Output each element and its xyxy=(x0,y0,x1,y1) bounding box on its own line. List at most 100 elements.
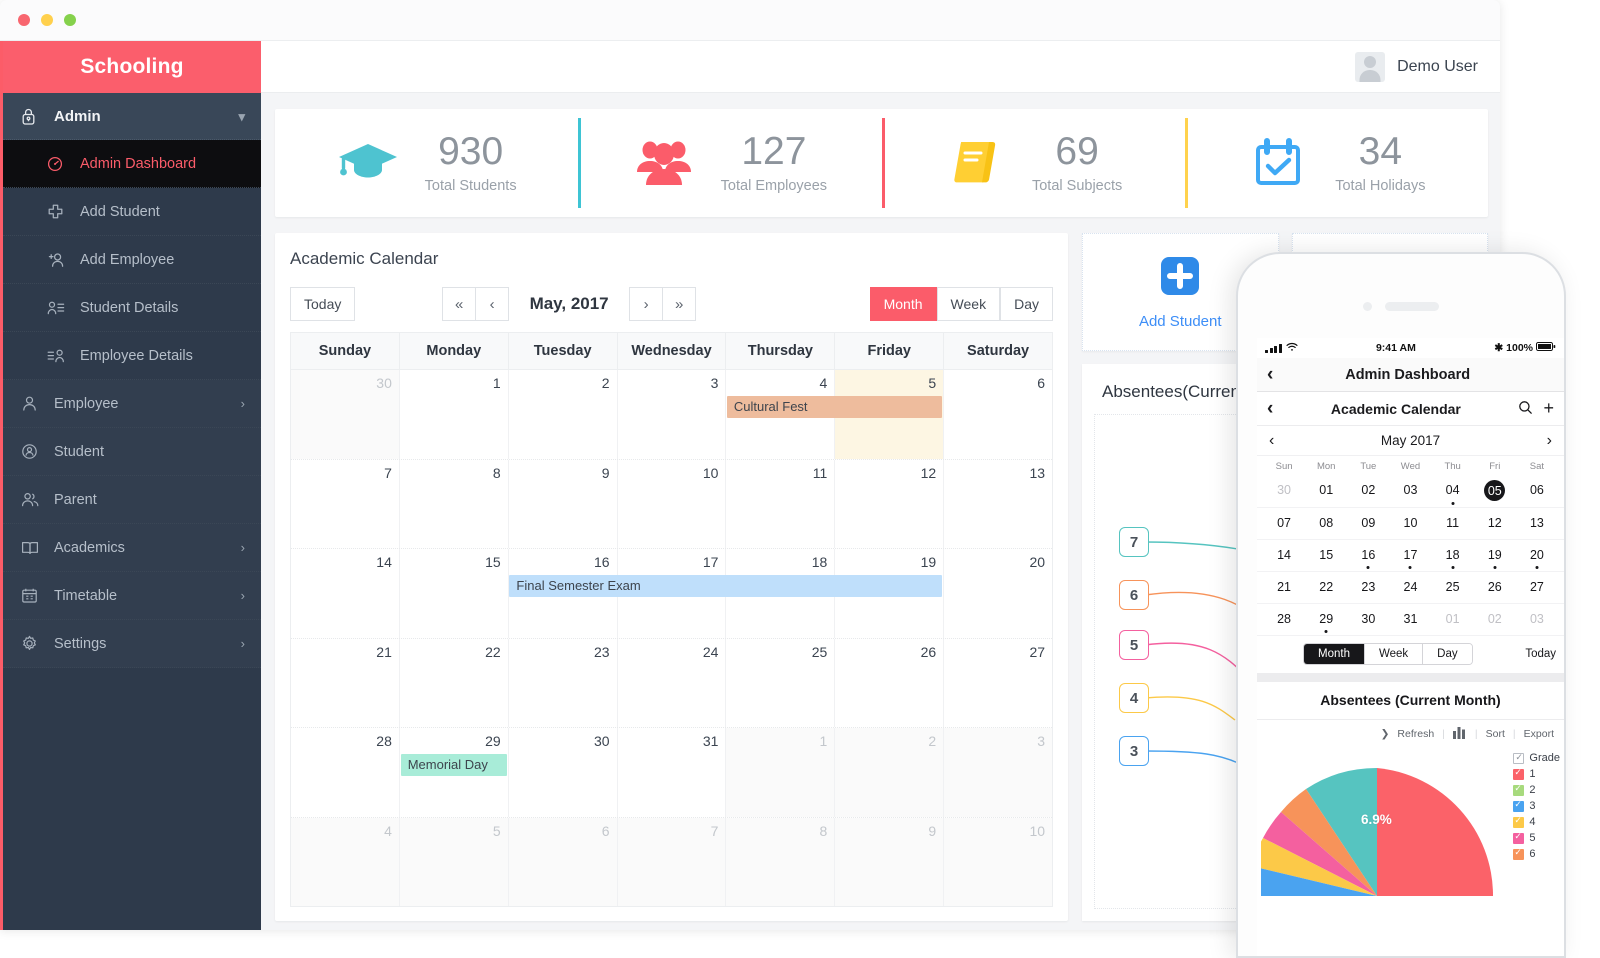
calendar-day-cell[interactable]: 8 xyxy=(398,459,508,548)
prev-year-button[interactable]: « xyxy=(442,287,477,321)
sidebar-item-academics[interactable]: Academics › xyxy=(3,524,261,572)
calendar-day-cell[interactable]: 31 xyxy=(616,728,726,817)
phone-day-cell[interactable]: 13 xyxy=(1516,508,1558,539)
legend-checkbox[interactable] xyxy=(1513,752,1525,764)
phone-day-cell[interactable]: 09 xyxy=(1347,508,1389,539)
view-tab-day[interactable]: Day xyxy=(1000,287,1053,321)
phone-day-cell[interactable]: 16 xyxy=(1347,540,1389,571)
calendar-day-cell[interactable]: 11 xyxy=(725,459,834,548)
phone-view-tab-day[interactable]: Day xyxy=(1422,644,1472,664)
calendar-day-cell[interactable]: 13 xyxy=(943,459,1052,548)
calendar-event[interactable]: Memorial Day xyxy=(400,754,508,776)
view-tab-month[interactable]: Month xyxy=(869,287,937,321)
calendar-day-cell[interactable]: 14 xyxy=(291,549,399,638)
stat-card-total-subjects[interactable]: 69 Total Subjects xyxy=(881,109,1185,217)
phone-day-cell[interactable]: 03 xyxy=(1516,604,1558,635)
calendar-day-cell[interactable]: 20 xyxy=(943,549,1052,638)
legend-item[interactable]: 6 xyxy=(1513,847,1560,860)
calendar-day-cell[interactable]: 5 xyxy=(398,817,508,906)
calendar-day-cell[interactable]: 3 xyxy=(616,370,726,459)
sidebar-item-student-details[interactable]: Student Details xyxy=(3,284,261,332)
phone-day-cell[interactable]: 04 xyxy=(1432,475,1474,507)
legend-header[interactable]: Grade xyxy=(1513,752,1560,764)
phone-day-cell[interactable]: 24 xyxy=(1389,572,1431,603)
phone-day-cell[interactable]: 27 xyxy=(1516,572,1558,603)
refresh-button[interactable]: Refresh xyxy=(1397,728,1434,740)
calendar-day-cell[interactable]: 4 xyxy=(291,817,399,906)
phone-day-cell[interactable]: 15 xyxy=(1305,540,1347,571)
phone-day-cell[interactable]: 03 xyxy=(1389,475,1431,507)
sort-button[interactable]: Sort xyxy=(1486,728,1505,740)
sidebar-item-parent[interactable]: Parent xyxy=(3,476,261,524)
next-month-button[interactable]: › xyxy=(629,287,664,321)
calendar-day-cell[interactable]: 9 xyxy=(834,817,944,906)
sidebar-item-timetable[interactable]: Timetable › xyxy=(3,572,261,620)
phone-day-cell[interactable]: 11 xyxy=(1432,508,1474,539)
calendar-event[interactable]: Final Semester Exam xyxy=(509,575,943,597)
phone-day-cell[interactable]: 17 xyxy=(1389,540,1431,571)
calendar-event[interactable]: Cultural Fest xyxy=(726,396,943,418)
prev-month-button[interactable]: ‹ xyxy=(475,287,510,321)
legend-item[interactable]: 4 xyxy=(1513,815,1560,828)
zoom-window-button[interactable] xyxy=(64,14,76,26)
legend-swatch[interactable] xyxy=(1513,799,1525,812)
phone-day-cell[interactable]: 19 xyxy=(1474,540,1516,571)
stat-card-total-students[interactable]: 930 Total Students xyxy=(275,109,578,217)
phone-day-cell[interactable]: 29 xyxy=(1305,604,1347,635)
phone-day-cell[interactable]: 31 xyxy=(1389,604,1431,635)
next-year-button[interactable]: » xyxy=(662,287,697,321)
phone-day-cell[interactable]: 12 xyxy=(1474,508,1516,539)
calendar-day-cell[interactable]: 1 xyxy=(725,728,835,817)
today-button[interactable]: Today xyxy=(290,287,356,321)
sidebar-item-add-employee[interactable]: Add Employee xyxy=(3,236,261,284)
phone-day-cell[interactable]: 23 xyxy=(1347,572,1389,603)
close-window-button[interactable] xyxy=(18,14,30,26)
sidebar-item-add-student[interactable]: Add Student xyxy=(3,188,261,236)
phone-day-cell[interactable]: 18 xyxy=(1432,540,1474,571)
phone-day-cell[interactable]: 05 xyxy=(1474,475,1516,507)
sidebar-item-settings[interactable]: Settings › xyxy=(3,620,261,668)
view-tab-week[interactable]: Week xyxy=(936,287,1001,321)
avatar[interactable] xyxy=(1355,51,1386,82)
phone-day-cell[interactable]: 08 xyxy=(1305,508,1347,539)
calendar-day-cell[interactable]: 22 xyxy=(398,638,508,727)
calendar-day-cell[interactable]: 9 xyxy=(507,459,617,548)
phone-day-cell[interactable]: 21 xyxy=(1263,572,1305,603)
expand-icon[interactable]: ❯ xyxy=(1381,728,1390,740)
sidebar-item-admin-dashboard[interactable]: Admin Dashboard xyxy=(3,140,261,188)
legend-item[interactable]: 5 xyxy=(1513,831,1560,844)
calendar-day-cell[interactable]: 1 xyxy=(398,370,508,459)
legend-item[interactable]: 3 xyxy=(1513,799,1560,812)
phone-day-cell[interactable]: 02 xyxy=(1474,604,1516,635)
phone-pie-chart[interactable]: 6.9% Grade 1 2 xyxy=(1257,746,1564,896)
legend-item[interactable]: 2 xyxy=(1513,783,1560,796)
calendar-day-cell[interactable]: 30 xyxy=(291,370,399,459)
phone-day-cell[interactable]: 28 xyxy=(1263,604,1305,635)
calendar-day-cell[interactable]: 30 xyxy=(507,728,617,817)
phone-day-cell[interactable]: 30 xyxy=(1347,604,1389,635)
phone-day-cell[interactable]: 06 xyxy=(1516,475,1558,507)
phone-day-cell[interactable]: 26 xyxy=(1474,572,1516,603)
add-icon[interactable]: + xyxy=(1543,398,1554,419)
calendar-day-cell[interactable]: 23 xyxy=(507,638,617,727)
phone-day-cell[interactable]: 02 xyxy=(1347,475,1389,507)
search-icon[interactable] xyxy=(1518,400,1533,418)
phone-day-cell[interactable]: 20 xyxy=(1516,540,1558,571)
calendar-day-cell[interactable]: 7 xyxy=(616,817,726,906)
phone-day-cell[interactable]: 07 xyxy=(1263,508,1305,539)
legend-item[interactable]: 1 xyxy=(1513,767,1560,780)
sidebar-group-admin[interactable]: Admin ▾ xyxy=(3,93,261,140)
calendar-day-cell[interactable]: 6 xyxy=(507,817,617,906)
legend-swatch[interactable] xyxy=(1513,783,1525,796)
phone-today-button[interactable]: Today xyxy=(1525,648,1556,660)
sidebar-item-employee-details[interactable]: Employee Details xyxy=(3,332,261,380)
phone-day-cell[interactable]: 01 xyxy=(1432,604,1474,635)
calendar-day-cell[interactable]: 26 xyxy=(834,638,943,727)
bar-chart-icon[interactable] xyxy=(1452,726,1467,742)
sidebar-item-employee[interactable]: Employee › xyxy=(3,380,261,428)
calendar-day-cell[interactable]: 2 xyxy=(507,370,617,459)
legend-swatch[interactable] xyxy=(1513,831,1525,844)
legend-swatch[interactable] xyxy=(1513,815,1525,828)
legend-swatch[interactable] xyxy=(1513,847,1525,860)
calendar-day-cell[interactable]: 25 xyxy=(725,638,834,727)
